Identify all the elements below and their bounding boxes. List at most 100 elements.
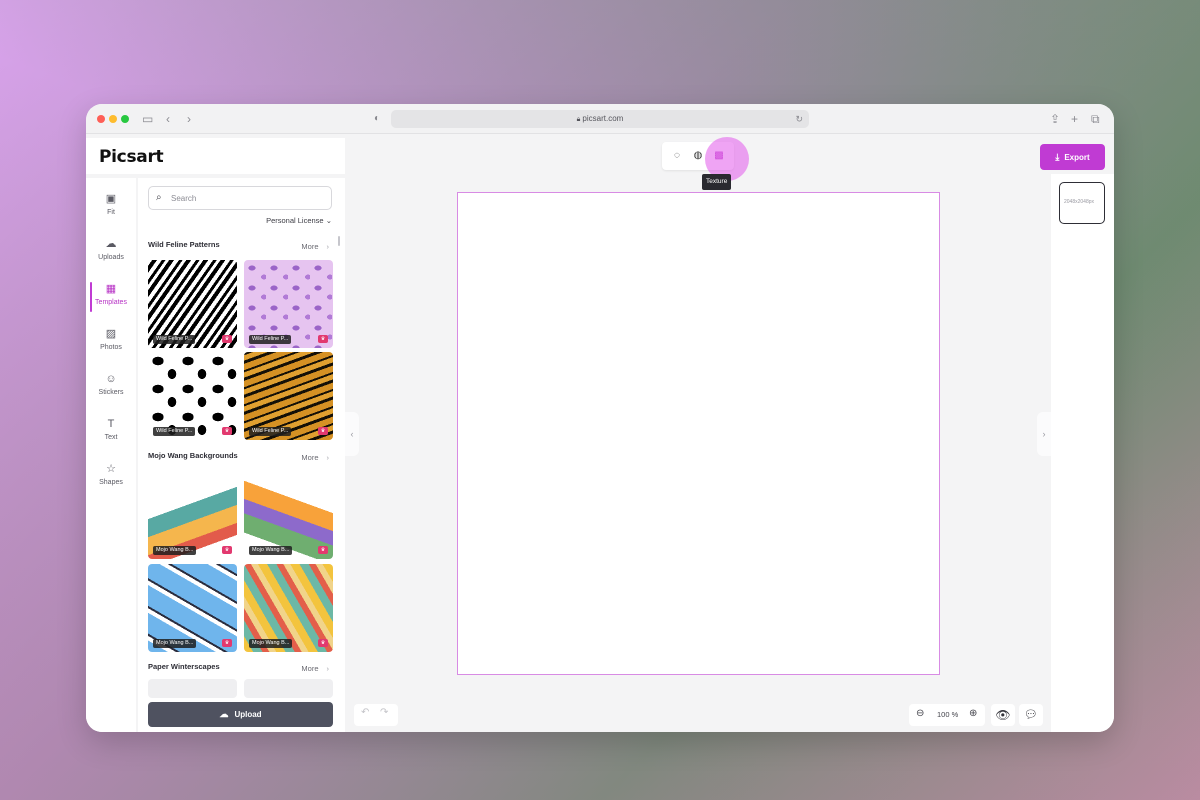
sidebar-item-fit[interactable]: ▣ Fit — [86, 188, 136, 228]
new-tab-icon[interactable]: + — [1071, 110, 1078, 128]
sidebar-item-label: Text — [104, 434, 118, 441]
template-tile[interactable]: Wild Feline P... ♛ — [244, 260, 333, 348]
tile-caption: Wild Feline P... — [249, 335, 292, 344]
shield-icon[interactable]: ◐ — [374, 110, 380, 128]
more-link[interactable]: More › — [301, 242, 329, 251]
sidebar-item-uploads[interactable]: ☁ Uploads — [86, 233, 136, 273]
sidebar-toggle-icon[interactable]: ▭ — [142, 110, 153, 128]
preview-button[interactable]: 👁︎ — [991, 704, 1015, 726]
premium-badge-icon: ♛ — [318, 639, 328, 647]
logo-bar: Picsart — [86, 138, 345, 174]
page-thumbnail[interactable]: 2048x2048px — [1059, 182, 1105, 224]
stickers-icon: ☺ — [105, 373, 117, 385]
sidebar-item-photos[interactable]: ▨ Photos — [86, 323, 136, 363]
license-dropdown[interactable]: Personal License ⌄ — [266, 216, 332, 225]
maximize-window-button[interactable] — [121, 115, 129, 123]
zoom-in-icon[interactable]: ⊕ — [969, 708, 977, 719]
premium-badge-icon: ♛ — [222, 546, 232, 554]
lock-icon: 🔒︎ — [576, 116, 581, 123]
template-tile[interactable]: Wild Feline P... ♛ — [244, 352, 333, 440]
template-tile[interactable]: Mojo Wang B... ♛ — [244, 471, 333, 559]
collapse-right-panel-button[interactable]: › — [1037, 412, 1051, 456]
chevron-right-icon: › — [1042, 429, 1046, 439]
tile-caption: Wild Feline P... — [249, 427, 292, 436]
sidebar-item-shapes[interactable]: ☆ Shapes — [86, 458, 136, 498]
design-canvas[interactable] — [457, 192, 940, 675]
search-input[interactable] — [171, 191, 321, 206]
templates-panel: ⌕ Personal License ⌄ Wild Feline Pattern… — [138, 178, 345, 732]
sidebar-item-label: Stickers — [98, 389, 124, 396]
thumbnail-size-label: 2048x2048px — [1064, 199, 1095, 205]
search-field[interactable]: ⌕ — [148, 186, 332, 210]
section-title: Wild Feline Patterns — [148, 240, 220, 249]
browser-window: ▭ ‹ › ◐ 🔒︎ picsart.com ↻ ⇪ + ⧉ Picsart ▣ … — [86, 104, 1114, 732]
export-button[interactable]: ⤓ Export — [1040, 144, 1105, 170]
sidebar-item-stickers[interactable]: ☺ Stickers — [86, 368, 136, 408]
upload-cloud-icon: ☁ — [219, 709, 229, 719]
browser-toolbar: ▭ ‹ › ◐ 🔒︎ picsart.com ↻ ⇪ + ⧉ — [86, 104, 1114, 134]
upload-button[interactable]: ☁ Upload — [148, 702, 333, 727]
upload-cloud-icon: ☁ — [105, 238, 117, 250]
history-controls: ↶ ↷ — [354, 704, 398, 726]
undo-icon[interactable]: ↶ — [361, 707, 369, 718]
search-icon: ⌕ — [156, 192, 162, 203]
chevron-right-icon: › — [326, 242, 330, 251]
comments-button[interactable]: 💬︎ — [1019, 704, 1043, 726]
chevron-down-icon: ⌄ — [325, 216, 332, 225]
sidebar-item-label: Templates — [95, 299, 127, 306]
close-window-button[interactable] — [97, 115, 105, 123]
tool-sidebar: ▣ Fit ☁ Uploads ▦ Templates ▨ Photos ☺ S… — [86, 178, 136, 732]
premium-badge-icon: ♛ — [222, 335, 232, 343]
download-icon: ⤓ — [1055, 152, 1060, 162]
sidebar-item-text[interactable]: T Text — [86, 413, 136, 453]
minimize-window-button[interactable] — [109, 115, 117, 123]
template-tile-placeholder[interactable] — [148, 679, 237, 698]
pages-panel: 2048x2048px — [1051, 174, 1114, 732]
sidebar-item-label: Shapes — [99, 479, 123, 486]
more-label: More — [301, 664, 319, 673]
template-tile[interactable]: Mojo Wang B... ♛ — [148, 471, 237, 559]
more-link[interactable]: More › — [301, 453, 329, 462]
chevron-right-icon: › — [326, 664, 330, 673]
template-tile[interactable]: Wild Feline P... ♛ — [148, 260, 237, 348]
more-link[interactable]: More › — [301, 664, 329, 673]
template-tile[interactable]: Wild Feline P... ♛ — [148, 352, 237, 440]
address-bar[interactable]: 🔒︎ picsart.com ↻ — [391, 110, 809, 128]
license-label: Personal License — [266, 216, 324, 225]
picsart-logo[interactable]: Picsart — [99, 147, 164, 167]
upload-label: Upload — [234, 710, 262, 719]
chevron-left-icon: ‹ — [350, 429, 354, 439]
tile-caption: Mojo Wang B... — [249, 639, 293, 648]
collapse-left-panel-button[interactable]: ‹ — [345, 412, 359, 456]
gradient-drop-icon[interactable]: ◍ — [691, 148, 705, 164]
sidebar-item-label: Photos — [100, 344, 122, 351]
share-icon[interactable]: ⇪ — [1050, 110, 1060, 128]
tile-caption: Wild Feline P... — [153, 427, 196, 436]
zoom-out-icon[interactable]: ⊖ — [916, 708, 924, 719]
photos-icon: ▨ — [105, 328, 117, 340]
zoom-level[interactable]: 100 % — [937, 710, 958, 719]
section-title: Paper Winterscapes — [148, 662, 220, 671]
premium-badge-icon: ♛ — [222, 639, 232, 647]
template-tile[interactable]: Mojo Wang B... ♛ — [148, 564, 237, 652]
template-tile[interactable]: Mojo Wang B... ♛ — [244, 564, 333, 652]
forward-icon[interactable]: › — [187, 110, 191, 128]
template-tile-placeholder[interactable] — [244, 679, 333, 698]
zoom-controls: ⊖ 100 % ⊕ — [909, 704, 985, 726]
premium-badge-icon: ♛ — [222, 427, 232, 435]
tabs-overview-icon[interactable]: ⧉ — [1091, 110, 1100, 128]
texture-tooltip: Texture — [702, 174, 732, 190]
more-label: More — [301, 242, 319, 251]
premium-badge-icon: ♛ — [318, 427, 328, 435]
reload-icon[interactable]: ↻ — [795, 110, 803, 128]
tile-caption: Mojo Wang B... — [153, 546, 197, 555]
tile-caption: Wild Feline P... — [153, 335, 196, 344]
redo-icon[interactable]: ↷ — [380, 707, 388, 718]
color-drop-icon[interactable]: ◌ — [670, 148, 684, 164]
premium-badge-icon: ♛ — [318, 335, 328, 343]
scrollbar[interactable] — [338, 236, 340, 246]
sidebar-item-templates[interactable]: ▦ Templates — [86, 278, 136, 318]
back-icon[interactable]: ‹ — [166, 110, 170, 128]
tile-caption: Mojo Wang B... — [153, 639, 197, 648]
more-label: More — [301, 453, 319, 462]
